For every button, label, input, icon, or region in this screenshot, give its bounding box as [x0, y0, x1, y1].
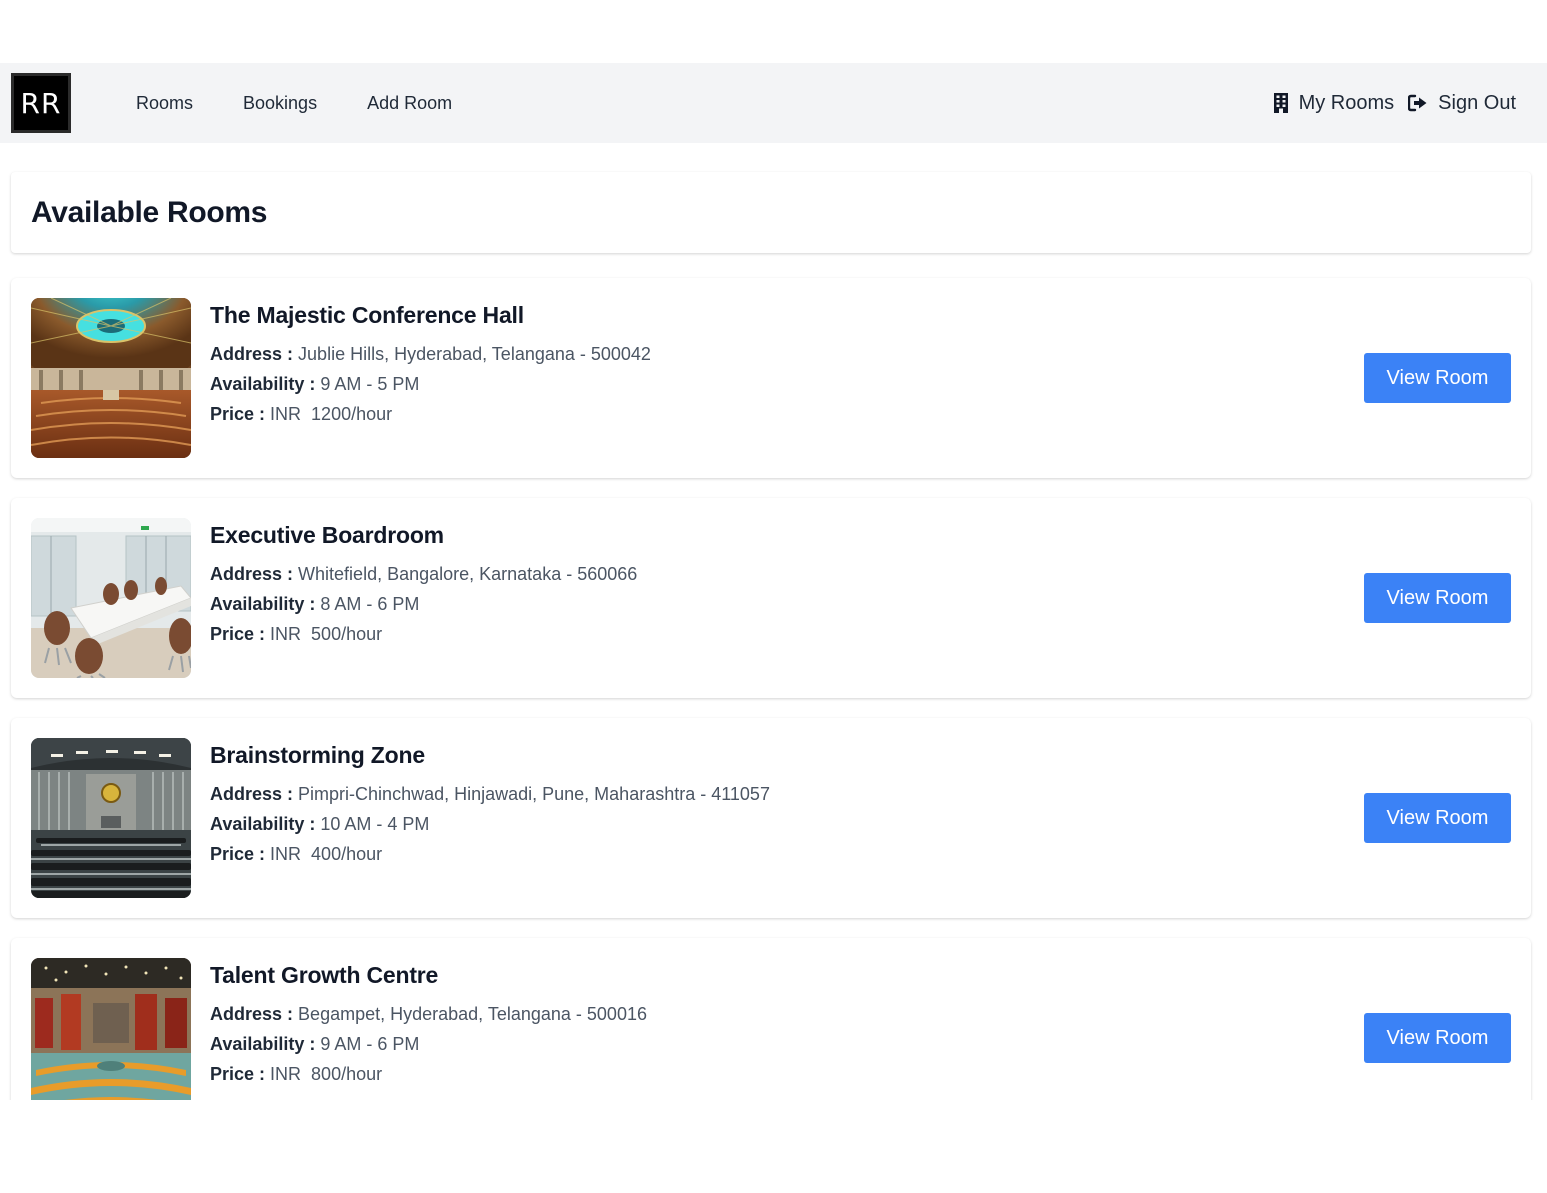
room-details: Talent Growth Centre Address : Begampet,…	[210, 962, 647, 1089]
room-name: The Majestic Conference Hall	[210, 302, 524, 328]
room-price: Price : INR 500/hour	[210, 619, 637, 649]
page-title: Available Rooms	[31, 195, 268, 229]
room-address: Address : Jublie Hills, Hyderabad, Telan…	[210, 339, 651, 369]
room-image	[31, 958, 191, 1100]
room-image	[31, 298, 191, 458]
room-list: The Majestic Conference Hall Address : J…	[0, 270, 1547, 1100]
price-label: Price :	[210, 624, 266, 644]
availability-value: 8 AM - 6 PM	[320, 594, 420, 614]
address-label: Address :	[210, 784, 294, 804]
room-address: Address : Whitefield, Bangalore, Karnata…	[210, 559, 637, 589]
address-value: Begampet, Hyderabad, Telangana - 500016	[298, 1004, 647, 1024]
nav-actions: My Rooms Sign Out	[1273, 63, 1516, 143]
room-details: The Majestic Conference Hall Address : J…	[210, 302, 651, 429]
nav-link-add-room[interactable]: Add Room	[367, 93, 452, 114]
sign-out-label: Sign Out	[1438, 91, 1516, 114]
room-price: Price : INR 400/hour	[210, 839, 770, 869]
room-price: Price : INR 1200/hour	[210, 399, 651, 429]
room-availability: Availability : 9 AM - 6 PM	[210, 1029, 647, 1059]
availability-label: Availability :	[210, 1034, 316, 1054]
room-card: The Majestic Conference Hall Address : J…	[11, 278, 1531, 478]
nav-link-rooms[interactable]: Rooms	[136, 93, 193, 114]
address-value: Pimpri-Chinchwad, Hinjawadi, Pune, Mahar…	[298, 784, 770, 804]
address-label: Address :	[210, 564, 294, 584]
availability-value: 9 AM - 6 PM	[320, 1034, 420, 1054]
address-value: Jublie Hills, Hyderabad, Telangana - 500…	[298, 344, 651, 364]
parliament-chamber-image	[31, 958, 191, 1100]
room-name: Brainstorming Zone	[210, 742, 425, 768]
price-value: INR 1200/hour	[270, 404, 393, 424]
room-price: Price : INR 800/hour	[210, 1059, 647, 1089]
availability-value: 9 AM - 5 PM	[320, 374, 420, 394]
view-room-button[interactable]: View Room	[1364, 573, 1511, 623]
room-details: Brainstorming Zone Address : Pimpri-Chin…	[210, 742, 770, 869]
view-room-button[interactable]: View Room	[1364, 353, 1511, 403]
room-details: Executive Boardroom Address : Whitefield…	[210, 522, 637, 649]
nav-link-bookings[interactable]: Bookings	[243, 93, 317, 114]
address-label: Address :	[210, 344, 294, 364]
room-image	[31, 738, 191, 898]
room-availability: Availability : 10 AM - 4 PM	[210, 809, 770, 839]
price-value: INR 500/hour	[270, 624, 383, 644]
sign-out-icon	[1408, 94, 1427, 112]
address-value: Whitefield, Bangalore, Karnataka - 56006…	[298, 564, 638, 584]
room-availability: Availability : 8 AM - 6 PM	[210, 589, 637, 619]
room-name: Talent Growth Centre	[210, 962, 439, 988]
room-card: Talent Growth Centre Address : Begampet,…	[11, 938, 1531, 1100]
building-icon	[1273, 93, 1288, 113]
address-label: Address :	[210, 1004, 294, 1024]
room-address: Address : Pimpri-Chinchwad, Hinjawadi, P…	[210, 779, 770, 809]
room-card: Executive Boardroom Address : Whitefield…	[11, 498, 1531, 698]
availability-label: Availability :	[210, 594, 316, 614]
price-label: Price :	[210, 844, 266, 864]
boardroom-table-image	[31, 518, 191, 678]
room-availability: Availability : 9 AM - 5 PM	[210, 369, 651, 399]
price-value: INR 400/hour	[270, 844, 383, 864]
page-header-card: Available Rooms	[11, 172, 1531, 253]
price-label: Price :	[210, 404, 266, 424]
assembly-hall-image	[31, 738, 191, 898]
room-name: Executive Boardroom	[210, 522, 444, 548]
availability-label: Availability :	[210, 814, 316, 834]
view-room-button[interactable]: View Room	[1364, 793, 1511, 843]
availability-value: 10 AM - 4 PM	[320, 814, 430, 834]
top-navbar: RR Rooms Bookings Add Room My Rooms Sign…	[0, 63, 1547, 143]
sign-out-link[interactable]: Sign Out	[1408, 92, 1516, 115]
my-rooms-link[interactable]: My Rooms	[1273, 91, 1395, 115]
price-label: Price :	[210, 1064, 266, 1084]
availability-label: Availability :	[210, 374, 316, 394]
app-logo[interactable]: RR	[11, 73, 71, 133]
room-address: Address : Begampet, Hyderabad, Telangana…	[210, 999, 647, 1029]
view-room-button[interactable]: View Room	[1364, 1013, 1511, 1063]
room-card: Brainstorming Zone Address : Pimpri-Chin…	[11, 718, 1531, 918]
nav-links: Rooms Bookings Add Room	[136, 63, 502, 143]
logo-text: RR	[17, 79, 65, 127]
room-image	[31, 518, 191, 678]
domed-auditorium-image	[31, 298, 191, 458]
my-rooms-label: My Rooms	[1298, 91, 1395, 114]
price-value: INR 800/hour	[270, 1064, 383, 1084]
